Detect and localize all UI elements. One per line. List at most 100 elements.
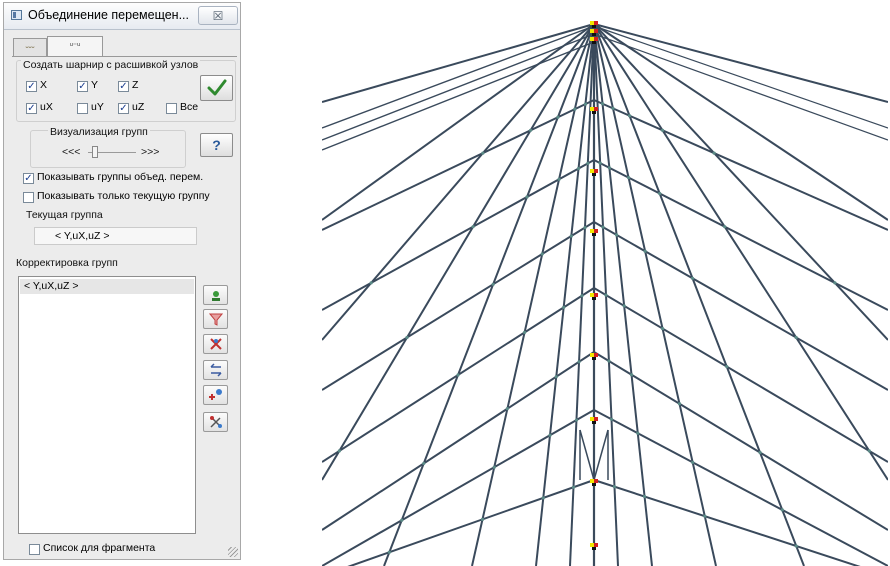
delete-group-button[interactable] bbox=[203, 412, 228, 432]
mesh-edge-line bbox=[593, 25, 888, 129]
checkbox-uz-label: uZ bbox=[132, 101, 145, 113]
apply-hinge-button[interactable] bbox=[200, 75, 233, 101]
checkbox-ux[interactable]: ✓ bbox=[26, 103, 37, 114]
mesh-node bbox=[690, 276, 695, 280]
joint-merge-dialog: Объединение перемещен... ☒ ᵕᵕᵕ ᵘ⁻ᵘ Созда… bbox=[3, 2, 241, 560]
show-current-only-checkbox[interactable] bbox=[23, 192, 34, 203]
mesh-node bbox=[643, 249, 647, 253]
joint-markers bbox=[337, 21, 871, 554]
joint-merge-icon: ᵘ⁻ᵘ bbox=[69, 41, 81, 50]
joint-marker bbox=[590, 543, 598, 550]
rigid-link-icon: ᵕᵕᵕ bbox=[25, 43, 35, 52]
checkbox-all[interactable] bbox=[166, 103, 177, 114]
prev-group-button[interactable]: <<< bbox=[62, 146, 80, 158]
show-groups-checkbox[interactable]: ✓ bbox=[23, 173, 34, 184]
mesh-node bbox=[369, 281, 373, 285]
edit-group-button[interactable] bbox=[203, 334, 228, 354]
mesh-node bbox=[833, 281, 837, 285]
tab-joint-merge[interactable]: ᵘ⁻ᵘ bbox=[47, 36, 103, 56]
tab-rigid-links[interactable]: ᵕᵕᵕ bbox=[13, 38, 47, 56]
window-title: Объединение перемещен... bbox=[28, 8, 189, 22]
window-icon bbox=[11, 10, 22, 20]
help-button[interactable]: ? bbox=[200, 133, 233, 157]
mesh-ring-line bbox=[322, 221, 595, 391]
filter-button[interactable] bbox=[203, 309, 228, 329]
mesh-node bbox=[622, 304, 626, 308]
mesh-node bbox=[794, 335, 798, 340]
mesh-radial-line bbox=[593, 23, 888, 103]
checkbox-y[interactable]: ✓ bbox=[77, 81, 88, 92]
hinge-heading: Создать шарнир с расшивкой узлов bbox=[21, 59, 201, 71]
mesh-node bbox=[471, 225, 475, 229]
model-viewport[interactable] bbox=[322, 10, 888, 566]
mesh-node bbox=[703, 514, 707, 518]
mesh-node bbox=[528, 128, 533, 132]
mesh-edge-line bbox=[322, 33, 595, 141]
groups-list[interactable]: < Y,uX,uZ > bbox=[18, 276, 196, 534]
group-slider[interactable] bbox=[88, 146, 136, 159]
resize-grip[interactable] bbox=[228, 547, 238, 557]
mesh-node bbox=[607, 359, 611, 363]
checkbox-z[interactable]: ✓ bbox=[118, 81, 129, 92]
visualization-heading: Визуализация групп bbox=[48, 126, 150, 138]
mesh-node bbox=[601, 225, 605, 229]
checkbox-y-label: Y bbox=[91, 79, 99, 91]
mesh-node bbox=[583, 102, 588, 106]
mesh-node bbox=[577, 360, 581, 364]
mesh-node bbox=[611, 106, 615, 111]
mesh-node bbox=[660, 128, 665, 132]
checkbox-ux-label: uX bbox=[40, 101, 53, 113]
close-button[interactable]: ☒ bbox=[198, 6, 238, 25]
mesh-ring-line bbox=[593, 221, 888, 391]
mesh-node bbox=[562, 305, 566, 310]
mesh-node bbox=[660, 326, 665, 331]
mesh-node bbox=[612, 485, 617, 489]
checkbox-uz[interactable]: ✓ bbox=[118, 103, 129, 114]
checkmark-icon bbox=[207, 79, 226, 96]
checkbox-x-label: X bbox=[40, 79, 48, 91]
mesh-radial-line bbox=[593, 23, 717, 566]
mesh-node bbox=[522, 330, 527, 335]
add-node-icon bbox=[208, 389, 222, 400]
mesh-node bbox=[642, 494, 647, 499]
checkbox-uy[interactable] bbox=[77, 103, 88, 114]
mesh-node bbox=[337, 449, 341, 453]
mesh-node bbox=[525, 195, 529, 199]
filter-icon bbox=[208, 313, 223, 326]
mesh-node bbox=[492, 465, 496, 469]
mesh-radial-line bbox=[471, 23, 595, 566]
mesh-node bbox=[576, 166, 581, 171]
mesh-node bbox=[548, 433, 552, 437]
mesh-node bbox=[583, 225, 587, 230]
slider-thumb[interactable] bbox=[92, 146, 98, 158]
help-icon: ? bbox=[212, 137, 221, 153]
joint-marker bbox=[590, 169, 598, 176]
title-bar[interactable]: Объединение перемещен... ☒ bbox=[4, 3, 240, 30]
checkbox-x[interactable]: ✓ bbox=[26, 81, 37, 92]
mesh-node bbox=[636, 431, 640, 435]
mesh-node bbox=[780, 508, 784, 512]
show-current-only-label: Показывать только текущую группу bbox=[37, 190, 210, 202]
next-group-button[interactable]: >>> bbox=[141, 146, 159, 158]
swap-icon bbox=[209, 363, 222, 377]
show-groups-label: Показывать группы объед. перем. bbox=[37, 171, 204, 183]
mesh-radial-line bbox=[322, 23, 595, 221]
mesh-node bbox=[609, 417, 614, 421]
swap-button[interactable] bbox=[203, 360, 228, 380]
mesh-node bbox=[629, 373, 634, 377]
checkbox-uy-label: uY bbox=[91, 101, 104, 113]
mesh-node bbox=[540, 252, 544, 256]
groups-heading: Корректировка групп bbox=[16, 257, 118, 269]
fragment-checkbox[interactable] bbox=[29, 544, 40, 555]
mesh-node bbox=[556, 115, 560, 119]
list-item[interactable]: < Y,uX,uZ > bbox=[20, 279, 194, 294]
mesh-node bbox=[794, 544, 798, 548]
add-node-button[interactable] bbox=[203, 385, 228, 405]
mesh-node bbox=[574, 418, 579, 422]
add-group-button[interactable] bbox=[203, 285, 228, 305]
mesh-node bbox=[571, 485, 576, 489]
mesh-node bbox=[481, 151, 485, 155]
mesh-node bbox=[598, 161, 602, 165]
joint-marker bbox=[590, 107, 598, 114]
mesh-node bbox=[691, 460, 695, 464]
